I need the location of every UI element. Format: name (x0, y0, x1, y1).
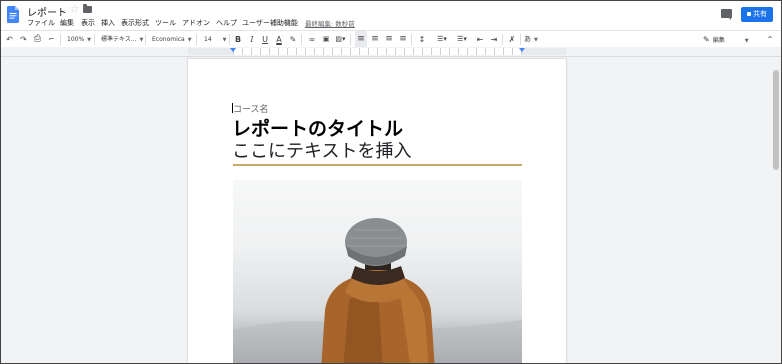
input-tools-value: あ (524, 35, 531, 43)
left-indent-handle[interactable] (230, 48, 236, 52)
comment-add-icon[interactable]: ▣ (321, 31, 331, 48)
share-button[interactable]: 共有 (741, 7, 773, 22)
menu-edit[interactable]: 編集 (60, 18, 74, 28)
chevron-down-icon: ▼ (222, 37, 227, 43)
font-size-value: 14 (204, 36, 212, 43)
highlight-icon[interactable]: ✎ (288, 31, 298, 48)
toolbar-divider (350, 34, 351, 45)
align-center-icon[interactable]: ≡ (369, 31, 381, 48)
folder-icon[interactable] (83, 4, 92, 13)
menu-accessibility[interactable]: ユーザー補助機能 (242, 18, 298, 28)
ruler-right-margin (522, 48, 566, 55)
menu-format[interactable]: 表示形式 (121, 18, 149, 28)
title-underline-rule (233, 164, 522, 166)
toolbar-divider (229, 34, 230, 45)
chevron-down-icon: ▼ (139, 37, 144, 43)
mode-value: 編集 (712, 37, 725, 44)
pencil-icon: ✎ (703, 35, 710, 44)
document-title[interactable]: レポート (27, 4, 67, 19)
paint-format-icon[interactable]: ⌐ (46, 31, 57, 48)
toolbar-divider (145, 34, 146, 45)
toolbar-divider (520, 34, 521, 45)
zoom-value: 100% (67, 36, 85, 43)
undo-icon[interactable]: ↶ (4, 31, 15, 48)
ruler (1, 47, 781, 57)
zoom-select[interactable]: 100% ▼ (67, 31, 91, 48)
numbered-list-icon[interactable]: ☰▾ (433, 31, 451, 48)
clear-formatting-icon[interactable]: ✗ (506, 31, 518, 48)
align-justify-icon[interactable]: ≡ (397, 31, 409, 48)
link-icon[interactable]: ∞ (306, 31, 318, 48)
share-label: 共有 (753, 10, 767, 18)
menu-addons[interactable]: アドオン (182, 18, 210, 28)
toolbar-divider (60, 34, 61, 45)
toolbar-divider (301, 34, 302, 45)
ruler-left-margin (188, 48, 233, 55)
person-in-beanie-image (233, 218, 522, 363)
menu-tools[interactable]: ツール (155, 18, 176, 28)
style-value: 標準テキス... (101, 36, 137, 43)
chevron-down-icon: ▼ (744, 38, 749, 44)
input-tools-select[interactable]: あ ▼ (524, 31, 538, 48)
comment-icon[interactable] (721, 9, 732, 20)
bold-button[interactable]: B (233, 31, 243, 48)
scrollbar-thumb[interactable] (773, 70, 779, 170)
report-subtitle[interactable]: ここにテキストを挿入 (232, 137, 411, 163)
document-canvas: コース名 レポートのタイトル ここにテキストを挿入 (1, 57, 781, 363)
decrease-indent-icon[interactable]: ⇤ (474, 31, 486, 48)
print-icon[interactable]: ⎙ (32, 31, 43, 48)
text-color-button[interactable]: A (274, 31, 284, 48)
font-select[interactable]: Economica ▼ (152, 31, 192, 48)
font-value: Economica (152, 36, 185, 43)
menu-help[interactable]: ヘルプ (216, 18, 237, 28)
toolbar-divider (411, 34, 412, 45)
lock-icon (747, 12, 751, 16)
line-spacing-icon[interactable]: ↕ (416, 31, 428, 48)
font-size-select[interactable]: 14 ▼ (204, 31, 227, 48)
collapse-menu-icon[interactable]: ⌃ (765, 31, 775, 48)
right-indent-handle[interactable] (519, 48, 525, 52)
increase-indent-icon[interactable]: ⇥ (488, 31, 500, 48)
star-icon[interactable]: ☆ (70, 4, 79, 15)
chevron-down-icon: ▼ (534, 37, 538, 43)
chevron-down-icon: ▼ (87, 37, 92, 43)
align-left-icon[interactable]: ≡ (355, 31, 367, 48)
cover-photo[interactable] (233, 180, 522, 363)
last-edit-link[interactable]: 最終編集: 数秒前 (305, 18, 355, 28)
ruler-ticks (233, 48, 522, 55)
style-select[interactable]: 標準テキス... ▼ (101, 31, 143, 48)
toolbar-divider (196, 34, 197, 45)
document-page[interactable]: コース名 レポートのタイトル ここにテキストを挿入 (188, 59, 566, 363)
menu-insert[interactable]: 挿入 (101, 18, 115, 28)
app-window: レポート ☆ ファイル 編集 表示 挿入 表示形式 ツール アドオン ヘルプ ユ… (0, 0, 782, 364)
toolbar-divider (94, 34, 95, 45)
toolbar-divider (502, 34, 503, 45)
redo-icon[interactable]: ↷ (18, 31, 29, 48)
image-icon[interactable]: ▨▾ (334, 31, 347, 48)
chevron-down-icon: ▼ (187, 37, 192, 43)
mode-select[interactable]: ✎ 編集 ▼ (703, 31, 749, 48)
menu-file[interactable]: ファイル (27, 18, 55, 28)
app-header: レポート ☆ ファイル 編集 表示 挿入 表示形式 ツール アドオン ヘルプ ユ… (1, 1, 781, 30)
bulleted-list-icon[interactable]: ☰▾ (453, 31, 471, 48)
underline-button[interactable]: U (260, 31, 270, 48)
align-right-icon[interactable]: ≡ (383, 31, 395, 48)
menu-view[interactable]: 表示 (81, 18, 95, 28)
docs-logo-icon[interactable] (7, 6, 19, 23)
italic-button[interactable]: I (247, 31, 257, 48)
